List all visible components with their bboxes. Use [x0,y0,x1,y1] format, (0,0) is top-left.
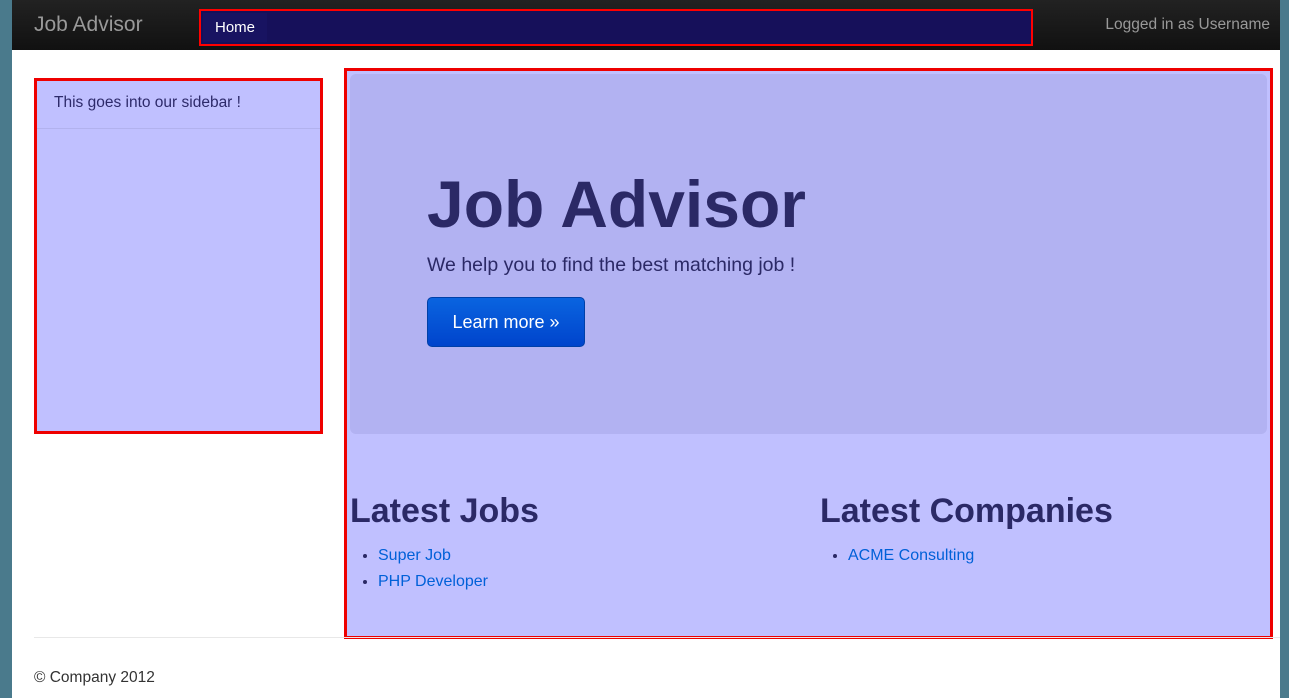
sidebar-header: This goes into our sidebar ! [37,81,320,129]
latest-companies-section: Latest Companies ACME Consulting [820,491,1113,569]
main-content: Job Advisor We help you to find the best… [344,68,1273,639]
page: Job Advisor Home Logged in as Username T… [12,0,1280,698]
footer-divider [34,637,1280,638]
latest-jobs-list: Super Job PHP Developer [350,543,539,595]
sidebar: This goes into our sidebar ! [34,78,323,434]
list-item: PHP Developer [378,569,539,595]
hero-unit: Job Advisor We help you to find the best… [350,74,1267,434]
latest-jobs-heading: Latest Jobs [350,492,539,530]
hero-title: Job Advisor [427,167,806,241]
top-navbar: Job Advisor Home Logged in as Username [12,0,1280,50]
job-link-php-developer[interactable]: PHP Developer [378,573,488,590]
hero-subtitle: We help you to find the best matching jo… [427,254,796,276]
logged-in-status: Logged in as Username [1105,16,1270,33]
latest-companies-heading: Latest Companies [820,492,1113,530]
latest-jobs-section: Latest Jobs Super Job PHP Developer [350,491,539,595]
nav-item-home[interactable]: Home [203,13,268,42]
list-item: Super Job [378,543,539,569]
learn-more-button[interactable]: Learn more » [427,297,585,347]
nav-menu: Home [199,9,1033,46]
footer-copyright: © Company 2012 [34,669,155,686]
latest-companies-list: ACME Consulting [820,543,1113,569]
list-item: ACME Consulting [848,543,1113,569]
brand-logo[interactable]: Job Advisor [34,13,143,37]
job-link-super-job[interactable]: Super Job [378,547,451,564]
company-link-acme-consulting[interactable]: ACME Consulting [848,547,974,564]
